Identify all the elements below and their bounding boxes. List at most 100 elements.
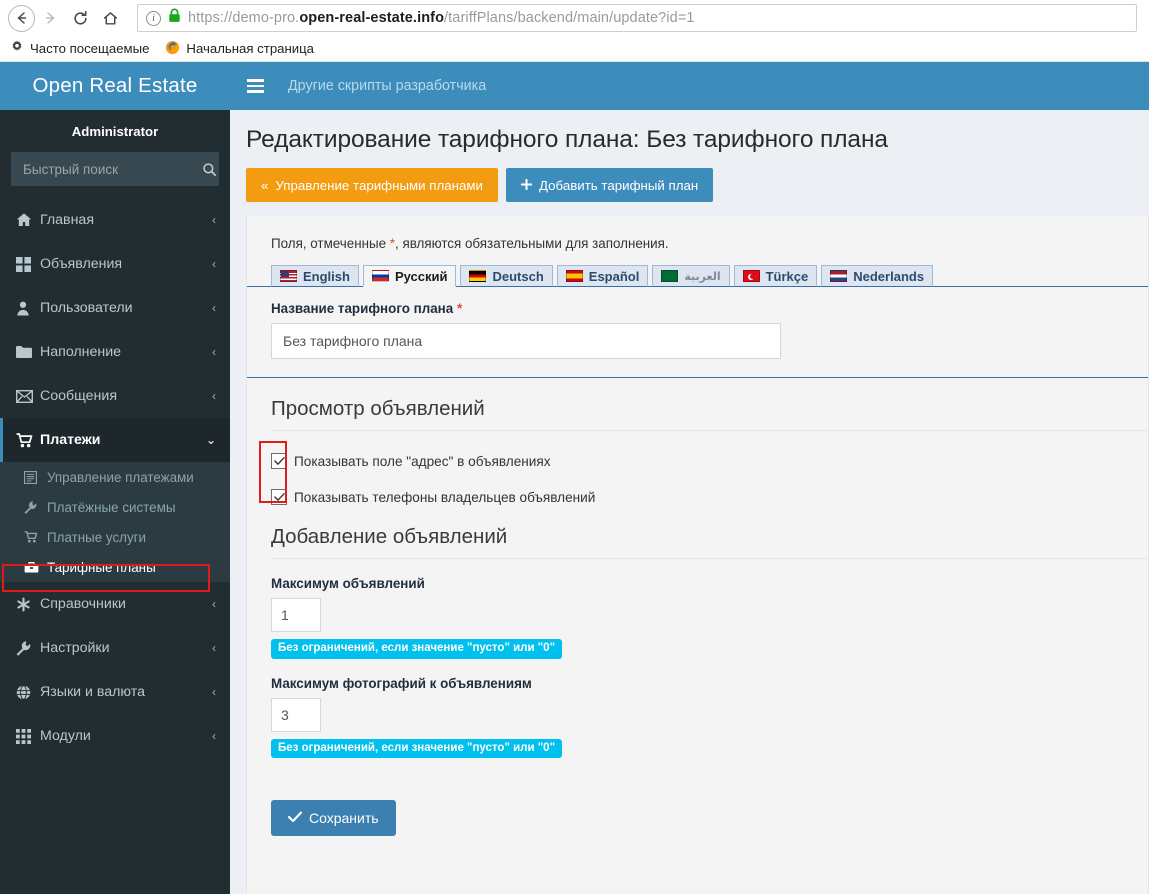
button-label: Управление тарифными планами	[275, 177, 483, 193]
max-photos-input[interactable]	[271, 697, 321, 732]
flag-sa-icon	[661, 270, 679, 282]
checkbox-row-show-phones[interactable]: Показывать телефоны владельцев объявлени…	[271, 489, 1148, 505]
manage-tariff-plans-button[interactable]: « Управление тарифными планами	[246, 168, 498, 202]
user-icon	[16, 301, 40, 316]
folder-icon	[16, 345, 40, 359]
browser-toolbar: i https://demo-pro.open-real-estate.info…	[0, 0, 1149, 36]
lang-tab-deutsch[interactable]: Deutsch	[460, 265, 553, 287]
sidebar-item-soobshcheniya[interactable]: Сообщения ‹	[0, 374, 230, 418]
bookmark-label: Часто посещаемые	[30, 41, 150, 56]
view-ads-checkbox-group: Показывать поле "адрес" в объявлениях По…	[247, 431, 1148, 505]
top-navbar: Другие скрипты разработчика	[230, 62, 1149, 110]
search-input[interactable]	[21, 160, 202, 178]
sidebar-item-label: Платежи	[40, 432, 101, 448]
wrench-icon	[16, 640, 40, 656]
search-icon[interactable]	[202, 162, 217, 177]
chevron-left-icon: ‹	[212, 213, 216, 227]
checkbox-row-show-address[interactable]: Показывать поле "адрес" в объявлениях	[271, 453, 1148, 469]
required-fields-note: Поля, отмеченные *, являются обязательны…	[247, 236, 1148, 265]
reload-button[interactable]	[65, 3, 95, 33]
plan-name-input[interactable]	[271, 323, 781, 359]
flag-nl-icon	[830, 270, 848, 282]
home-button[interactable]	[95, 3, 125, 33]
page-title: Редактирование тарифного плана: Без тари…	[246, 126, 888, 153]
sidebar-item-napolnenie[interactable]: Наполнение ‹	[0, 330, 230, 374]
lang-tab-english[interactable]: English	[271, 265, 359, 287]
view-ads-section-heading: Просмотр объявлений	[271, 397, 1148, 431]
language-tab-panel: Название тарифного плана *	[247, 286, 1148, 378]
sidebar-item-obyavleniya[interactable]: Объявления ‹	[0, 242, 230, 286]
sidebar-item-label: Модули	[40, 728, 91, 744]
forward-button[interactable]	[35, 3, 65, 33]
max-photos-group: Максимум фотографий к объявлениям Без ог…	[247, 676, 1148, 759]
checkbox-show-phones[interactable]	[271, 489, 287, 505]
navbar-developer-scripts-link[interactable]: Другие скрипты разработчика	[288, 78, 486, 94]
address-bar[interactable]: i https://demo-pro.open-real-estate.info…	[137, 4, 1137, 32]
max-ads-input[interactable]	[271, 598, 321, 632]
add-ads-section-heading: Добавление объявлений	[271, 525, 1148, 559]
sidebar-item-spravochniki[interactable]: Справочники ‹	[0, 582, 230, 626]
sidebar-subitem-upravlenie-platezhami[interactable]: Управление платежами	[0, 462, 230, 492]
button-label: Добавить тарифный план	[538, 177, 699, 193]
sidebar-subitem-platnye-uslugi[interactable]: Платные услуги	[0, 522, 230, 552]
lang-tab-label: Deutsch	[492, 268, 544, 284]
bookmark-home-page[interactable]: Начальная страница	[165, 40, 314, 58]
checkbox-show-address[interactable]	[271, 453, 287, 469]
sidebar-item-glavnaya[interactable]: Главная ‹	[0, 198, 230, 242]
chevron-left-double-icon: «	[261, 177, 269, 193]
bookmark-frequently-visited[interactable]: Часто посещаемые	[10, 40, 149, 57]
sidebar-item-label: Справочники	[40, 596, 126, 612]
sidebar-item-nastroyki[interactable]: Настройки ‹	[0, 626, 230, 670]
hamburger-icon[interactable]	[245, 75, 266, 97]
chevron-left-icon: ‹	[212, 685, 216, 699]
language-tabs: English Русский Deutsch Español العربية …	[247, 265, 1148, 287]
app-logo[interactable]: Open Real Estate	[0, 62, 230, 110]
sidebar-subitem-label: Тарифные планы	[47, 559, 156, 575]
checkbox-label: Показывать телефоны владельцев объявлени…	[294, 489, 596, 505]
sidebar-item-platezhi[interactable]: Платежи ⌄	[0, 418, 230, 462]
page-info-icon[interactable]: i	[146, 10, 161, 26]
firefox-icon	[165, 40, 180, 58]
lang-tab-label: Español	[588, 268, 640, 284]
lang-tab-nederlands[interactable]: Nederlands	[821, 265, 934, 287]
chevron-left-icon: ‹	[212, 641, 216, 655]
lang-tab-russian[interactable]: Русский	[362, 265, 457, 287]
sidebar-item-moduli[interactable]: Модули ‹	[0, 714, 230, 758]
checkbox-label: Показывать поле "адрес" в объявлениях	[294, 453, 551, 469]
sidebar-item-yazyki-i-valyuta[interactable]: Языки и валюта ‹	[0, 670, 230, 714]
sidebar-menu-bottom: Справочники ‹ Настройки ‹ Языки и валюта…	[0, 582, 230, 758]
application-root: Open Real Estate Administrator Главная	[0, 62, 1149, 894]
chevron-left-icon: ‹	[212, 389, 216, 403]
lock-icon[interactable]	[168, 8, 181, 28]
flag-ru-icon	[371, 270, 389, 282]
sidebar-subitem-label: Платёжные системы	[47, 499, 176, 515]
grid-icon	[16, 256, 40, 272]
lang-tab-label: English	[303, 268, 350, 284]
lang-tab-turkce[interactable]: Türkçe	[733, 265, 818, 287]
wrench-icon	[24, 500, 47, 514]
lang-tab-arabic[interactable]: العربية	[652, 265, 730, 287]
save-button[interactable]: Сохранить	[271, 800, 396, 837]
sidebar-subitem-platezhnye-sistemy[interactable]: Платёжные системы	[0, 492, 230, 522]
url-subdomain: demo-pro.	[232, 10, 300, 26]
add-tariff-plan-button[interactable]: Добавить тарифный план	[505, 168, 714, 202]
back-button[interactable]	[8, 4, 35, 32]
plus-icon	[520, 178, 533, 193]
sidebar-username: Administrator	[71, 123, 159, 139]
max-ads-label: Максимум объявлений	[271, 576, 425, 591]
flag-de-icon	[469, 270, 487, 282]
url-text: https://demo-pro.open-real-estate.info/t…	[188, 10, 695, 26]
lang-tab-espanol[interactable]: Español	[556, 265, 649, 287]
page-content: Редактирование тарифного плана: Без тари…	[230, 110, 1149, 894]
note-text-after: , являются обязательными для заполнения.	[395, 236, 669, 251]
lang-tab-label: Русский	[394, 268, 448, 284]
max-photos-label: Максимум фотографий к объявлениям	[271, 675, 532, 691]
max-ads-group: Максимум объявлений Без ограничений, есл…	[247, 576, 1148, 659]
sidebar-item-polzovateli[interactable]: Пользователи ‹	[0, 286, 230, 330]
flag-es-icon	[565, 270, 583, 282]
button-label: Сохранить	[309, 810, 379, 827]
max-ads-hint-badge: Без ограничений, если значение "пусто" и…	[271, 639, 563, 659]
bookmarks-bar: Часто посещаемые Начальная страница	[0, 36, 1149, 62]
sidebar-subitem-tarifnye-plany[interactable]: Тарифные планы	[0, 552, 230, 582]
plan-name-label-text: Название тарифного плана	[271, 301, 454, 316]
